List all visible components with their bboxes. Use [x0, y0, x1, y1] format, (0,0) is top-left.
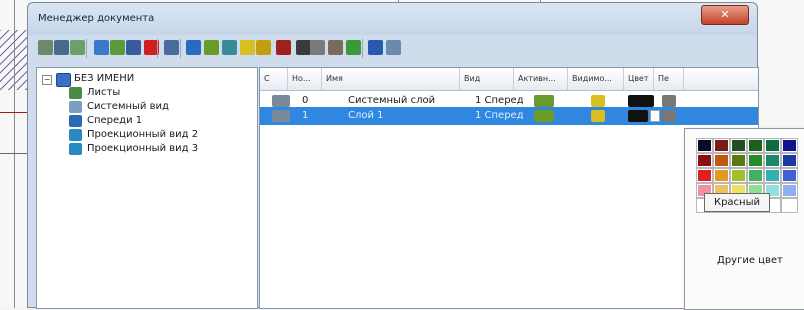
color-swatch-option[interactable]: [713, 138, 730, 153]
layer-view: 1 Сперед: [475, 110, 523, 121]
grid-icon[interactable]: [164, 40, 179, 55]
dropdown-icon[interactable]: [296, 40, 311, 55]
tree-item[interactable]: Спереди 1: [87, 114, 142, 128]
settings-icon[interactable]: [386, 40, 401, 55]
front-view-icon: [69, 115, 82, 127]
title-bar: Менеджер документа ✕: [28, 3, 757, 35]
layer-icon[interactable]: [94, 40, 109, 55]
toolbar-separator: [86, 39, 87, 58]
toolbar: [34, 37, 753, 61]
window-title: Менеджер документа: [38, 13, 155, 24]
active-icon: [534, 110, 554, 122]
color-swatch-option[interactable]: [764, 168, 781, 183]
active-icon: [534, 95, 554, 107]
tree-item[interactable]: Листы: [87, 86, 120, 100]
tree-item[interactable]: Проекционный вид 3: [87, 142, 198, 156]
color-swatch-option[interactable]: [781, 153, 798, 168]
color-swatch[interactable]: [628, 110, 660, 122]
visible-bulb-icon: [591, 95, 605, 107]
column-header[interactable]: С: [260, 68, 288, 90]
bulb-off-icon[interactable]: [256, 40, 271, 55]
tree-root[interactable]: БЕЗ ИМЕНИ: [74, 72, 134, 86]
color-swatch-option[interactable]: [747, 153, 764, 168]
tree-item[interactable]: Проекционный вид 2: [87, 128, 198, 142]
chevron-down-icon[interactable]: [650, 110, 660, 122]
document-icon: [56, 73, 71, 87]
sheets-icon: [69, 87, 82, 99]
drawing-line: [0, 153, 28, 154]
print-icon: [662, 95, 676, 107]
color-swatch-option[interactable]: [781, 183, 798, 198]
color-swatch-option[interactable]: [747, 138, 764, 153]
table-header: С Но... Имя Вид Активн... Видимо... Цвет Пе: [260, 68, 758, 91]
toolbar-separator: [362, 39, 363, 58]
toolbar-separator: [157, 39, 158, 58]
filter-icon[interactable]: [126, 40, 141, 55]
image-icon[interactable]: [346, 40, 361, 55]
printer-icon[interactable]: [328, 40, 343, 55]
visible-bulb-icon: [591, 110, 605, 122]
table-row[interactable]: 1 Слой 1 1 Сперед: [260, 107, 758, 125]
bulb-icon[interactable]: [240, 40, 255, 55]
view-icon[interactable]: [70, 40, 85, 55]
print-icon[interactable]: [310, 40, 325, 55]
column-header[interactable]: Активн...: [514, 68, 568, 90]
document-manager-window: Менеджер документа ✕ − БЕЗ ИМЕНИ Листы Си…: [27, 2, 759, 309]
color-swatch-option[interactable]: [696, 153, 713, 168]
column-header[interactable]: Видимо...: [568, 68, 624, 90]
column-header[interactable]: Имя: [322, 68, 460, 90]
color-swatch-option[interactable]: [730, 138, 747, 153]
color-swatch-option[interactable]: [730, 168, 747, 183]
refresh-icon[interactable]: [38, 40, 53, 55]
color-swatch-option[interactable]: [696, 138, 713, 153]
layer-number: 1: [302, 110, 309, 121]
color-picker-popup: Красный Другие цвет: [684, 128, 804, 310]
column-header[interactable]: Цвет: [624, 68, 654, 90]
color-swatch[interactable]: [628, 95, 654, 107]
layer-add-icon[interactable]: [204, 40, 219, 55]
color-swatch-option[interactable]: [713, 168, 730, 183]
projection-view-icon: [69, 143, 82, 155]
undo-icon[interactable]: [186, 40, 201, 55]
print-icon: [662, 110, 676, 122]
color-swatch-option[interactable]: [713, 153, 730, 168]
color-tooltip: Красный: [704, 193, 770, 212]
tree-item[interactable]: Системный вид: [87, 100, 169, 114]
layer-props-icon[interactable]: [222, 40, 237, 55]
color-swatch-option[interactable]: [696, 168, 713, 183]
column-header[interactable]: Вид: [460, 68, 514, 90]
toolbar-separator: [180, 39, 181, 58]
copy-icon[interactable]: [110, 40, 125, 55]
tree-icon[interactable]: [54, 40, 69, 55]
document-tree[interactable]: − БЕЗ ИМЕНИ Листы Системный вид Спереди 1П…: [36, 67, 258, 309]
color-swatch-option[interactable]: [764, 138, 781, 153]
more-colors-button[interactable]: Другие цвет: [717, 255, 783, 266]
color-swatch-option[interactable]: [781, 138, 798, 153]
projection-view-icon: [69, 129, 82, 141]
layer-type-icon: [272, 95, 290, 107]
close-button[interactable]: ✕: [701, 5, 749, 25]
drawing-line: [14, 0, 15, 308]
column-header[interactable]: Пе: [654, 68, 684, 90]
color-swatch-option[interactable]: [747, 168, 764, 183]
color-icon[interactable]: [276, 40, 291, 55]
color-swatch-option[interactable]: [781, 198, 798, 213]
layer-type-icon: [272, 110, 290, 122]
color-swatch-option[interactable]: [730, 153, 747, 168]
color-swatch-option[interactable]: [764, 153, 781, 168]
drawing-line-red: [0, 112, 28, 113]
layer-name: Слой 1: [348, 110, 384, 121]
column-header[interactable]: Но...: [288, 68, 322, 90]
blue-table-icon[interactable]: [368, 40, 383, 55]
system-view-icon: [69, 101, 82, 113]
collapse-icon[interactable]: −: [42, 75, 52, 85]
color-swatch-option[interactable]: [781, 168, 798, 183]
